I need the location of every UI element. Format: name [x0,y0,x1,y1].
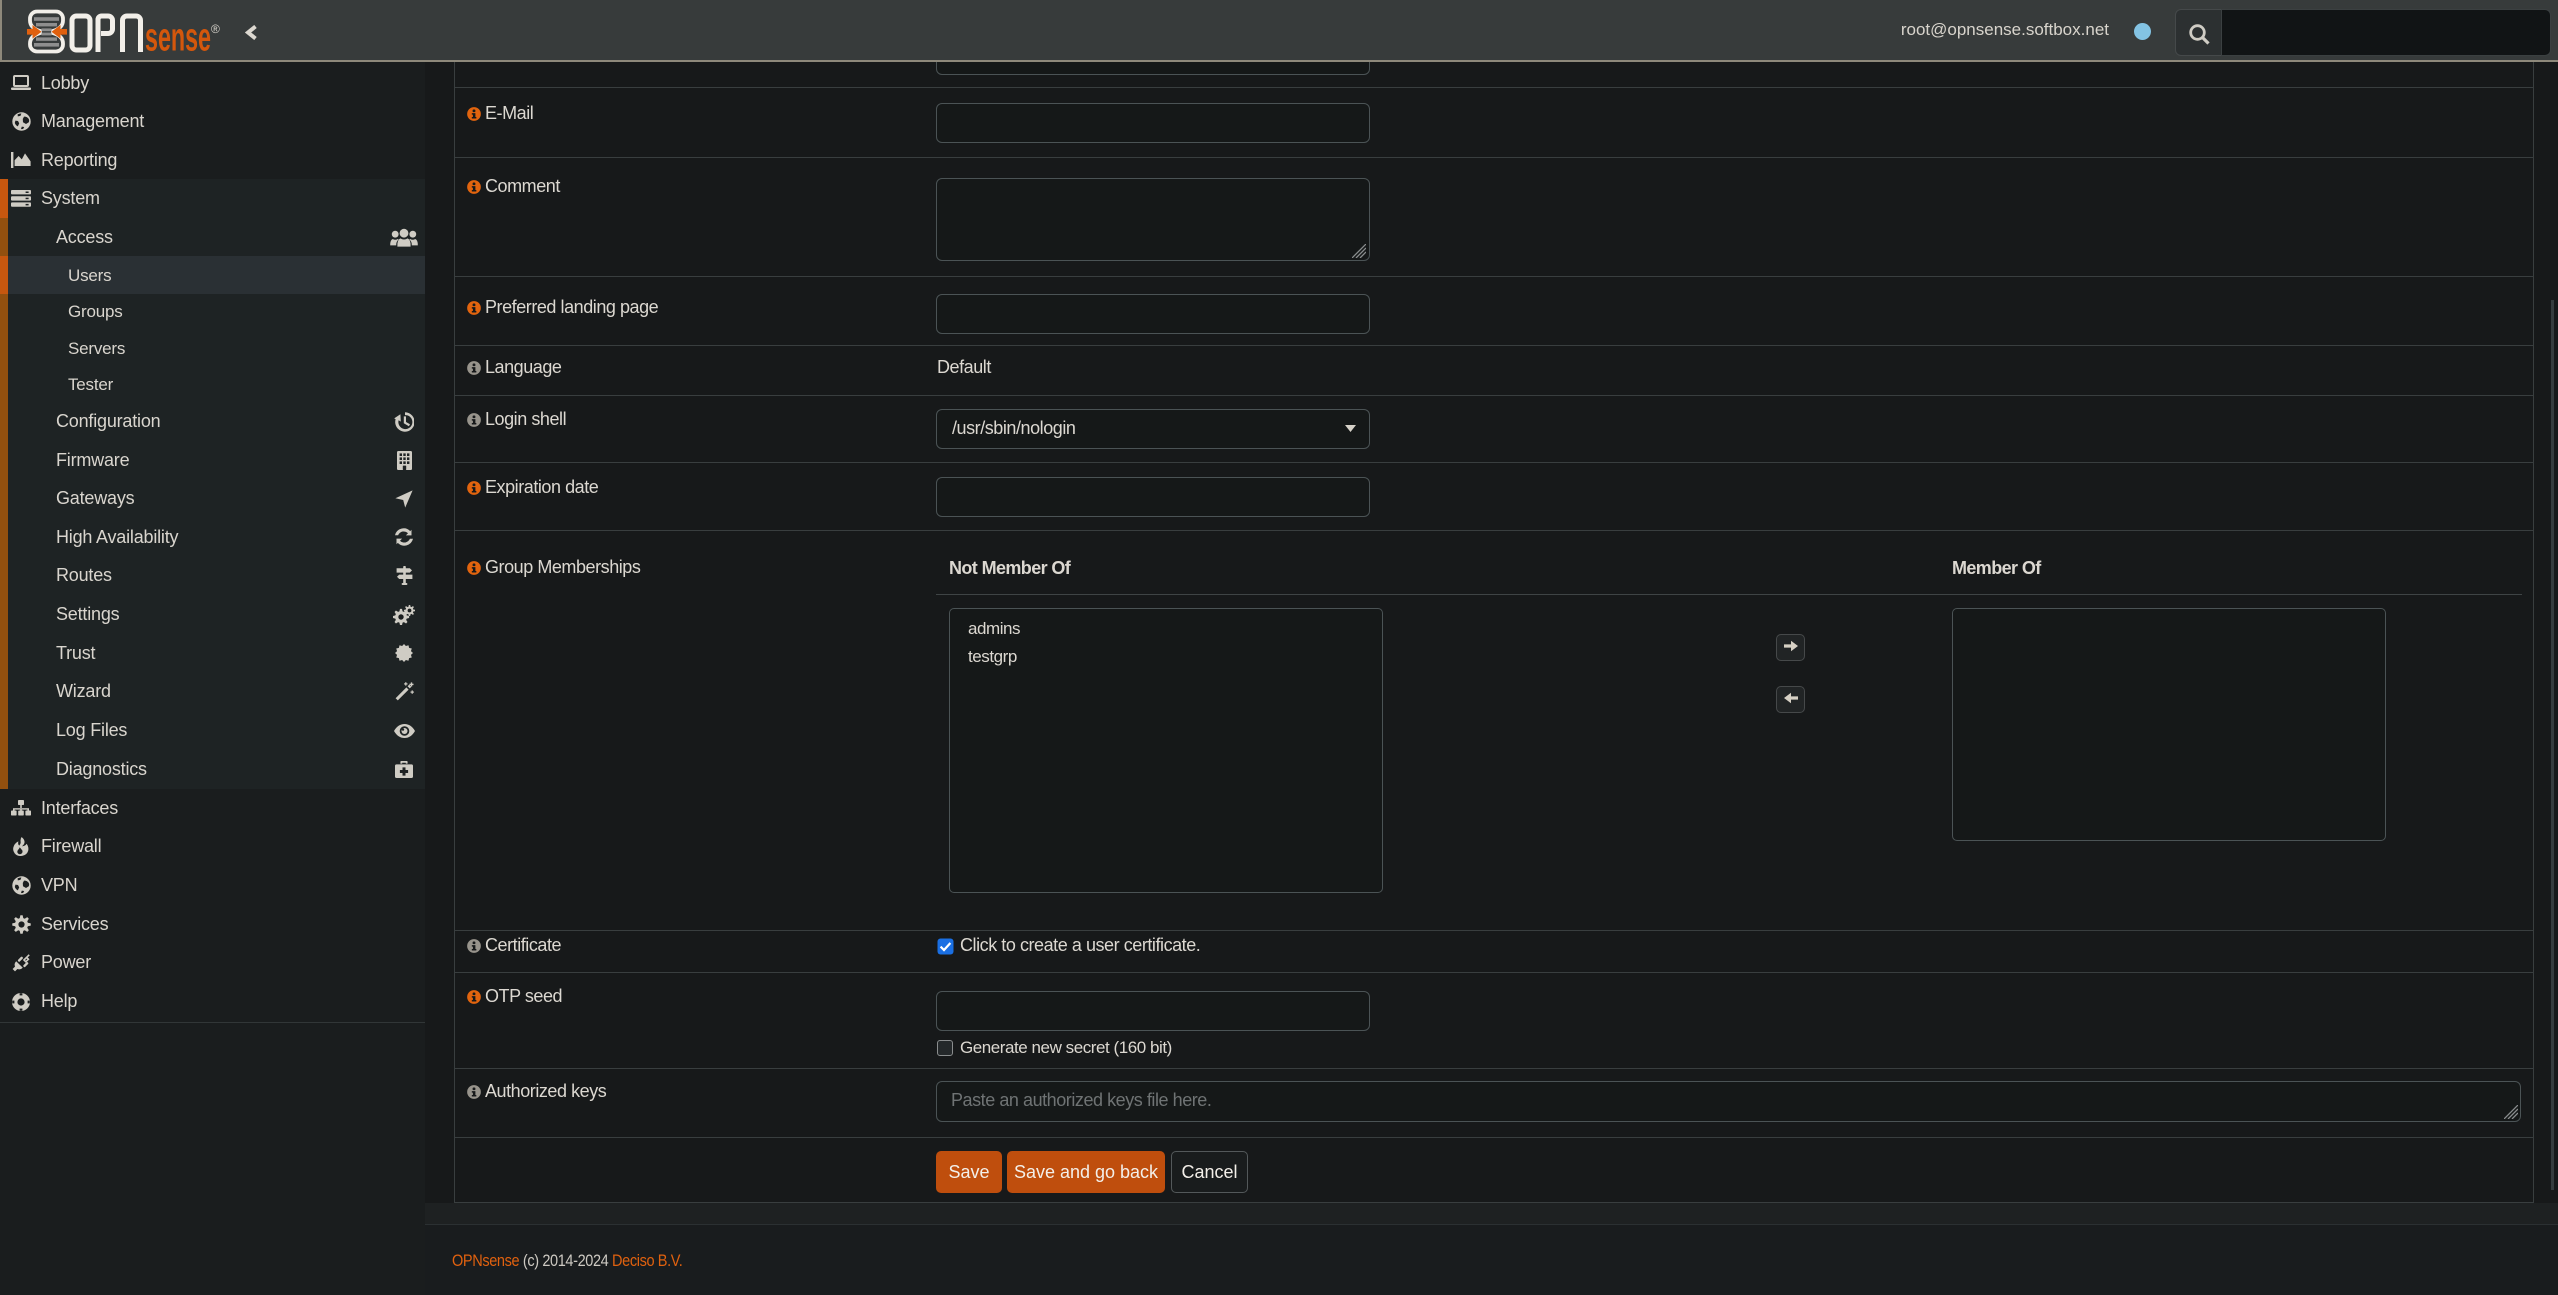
svg-text:®: ® [211,22,220,36]
svg-text:sense: sense [145,16,211,57]
